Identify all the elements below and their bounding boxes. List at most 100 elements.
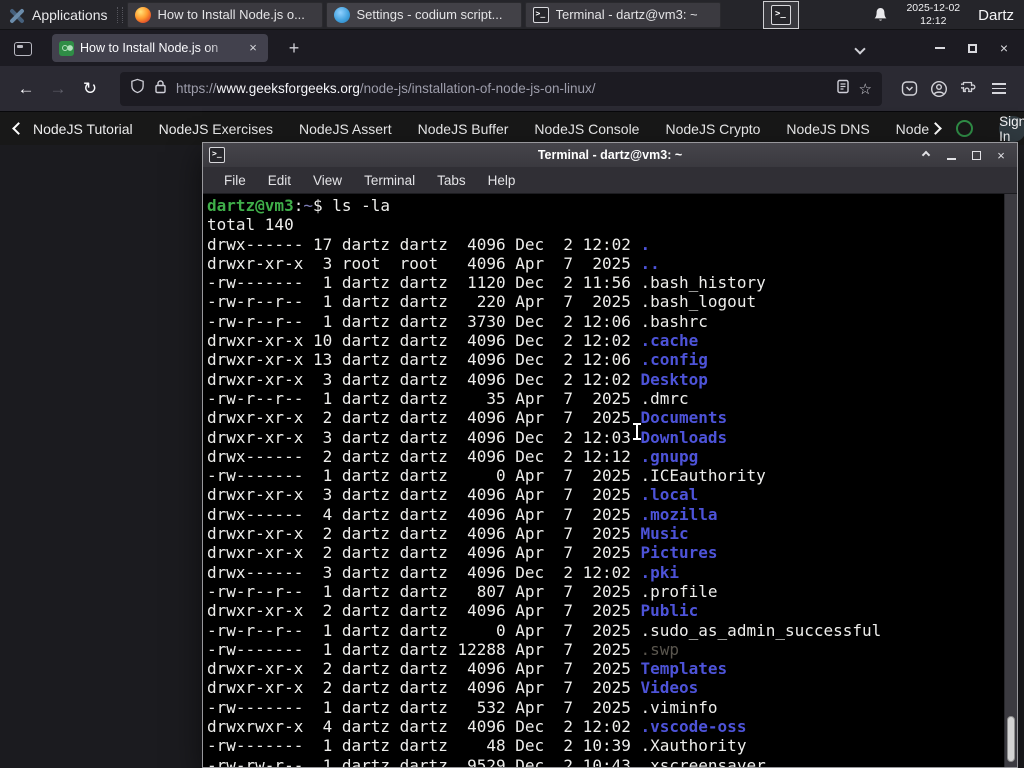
- file-name: .cache: [640, 331, 699, 351]
- minimize-icon: [946, 157, 956, 160]
- terminal-window: Terminal - dartz@vm3: ~ × FileEditViewTe…: [202, 142, 1018, 768]
- list-all-tabs-button[interactable]: [848, 38, 872, 60]
- menu-item[interactable]: Edit: [257, 173, 302, 188]
- url-scheme: https://: [176, 81, 217, 96]
- lock-icon[interactable]: [154, 79, 167, 99]
- pocket-icon[interactable]: [894, 74, 924, 104]
- file-name: ..: [640, 253, 660, 273]
- nav-scroll-left-icon[interactable]: [12, 122, 25, 135]
- browser-window-controls: ×: [924, 30, 1020, 66]
- extensions-puzzle-icon[interactable]: [954, 74, 984, 104]
- window-buttons: How to Install Node.js o... Settings - c…: [126, 1, 721, 28]
- account-icon[interactable]: [924, 74, 954, 104]
- terminal-output-line: drwxr-xr-x 2 dartz dartz 4096 Apr 7 2025…: [207, 601, 1001, 620]
- reader-view-icon[interactable]: [836, 79, 850, 99]
- file-meta: drwx------ 4 dartz dartz 4096 Apr 7 2025: [207, 504, 641, 524]
- scrollbar-thumb[interactable]: [1007, 716, 1015, 762]
- taskbar-window-button[interactable]: Terminal - dartz@vm3: ~: [524, 1, 721, 28]
- file-meta: -rw------- 1 dartz dartz 0 Apr 7 2025: [207, 466, 641, 486]
- file-name: .local: [640, 485, 699, 505]
- tray-terminal-icon[interactable]: [763, 1, 799, 29]
- terminal-output-line: drwx------ 4 dartz dartz 4096 Apr 7 2025…: [207, 505, 1001, 524]
- file-meta: -rw------- 1 dartz dartz 532 Apr 7 2025: [207, 697, 641, 717]
- menu-item[interactable]: View: [302, 173, 353, 188]
- clock[interactable]: 2025-12-02 12:12: [906, 2, 960, 28]
- applications-menu-button[interactable]: Applications: [0, 0, 117, 30]
- menu-item[interactable]: Terminal: [353, 173, 426, 188]
- file-name: Downloads: [640, 427, 728, 447]
- forward-button[interactable]: →: [42, 73, 74, 105]
- nav-link[interactable]: Node: [896, 121, 929, 137]
- file-name: Templates: [640, 659, 728, 679]
- file-name: .dmrc: [640, 388, 689, 408]
- file-name: .Xauthority: [640, 736, 747, 756]
- file-meta: drwx------ 17 dartz dartz 4096 Dec 2 12:…: [207, 234, 641, 254]
- terminal-output-line: drwx------ 17 dartz dartz 4096 Dec 2 12:…: [207, 235, 1001, 254]
- file-name: .bashrc: [640, 311, 708, 331]
- terminal-output-line: -rw------- 1 dartz dartz 1120 Dec 2 11:5…: [207, 273, 1001, 292]
- terminal-window-controls: ×: [918, 143, 1009, 167]
- terminal-output-line: drwxr-xr-x 3 dartz dartz 4096 Apr 7 2025…: [207, 485, 1001, 504]
- file-name: Pictures: [640, 543, 718, 563]
- panel-separator: [116, 6, 123, 23]
- terminal-scrollbar[interactable]: [1004, 194, 1017, 767]
- nav-link[interactable]: NodeJS Console: [534, 121, 639, 137]
- reload-button[interactable]: ↻: [74, 73, 106, 105]
- taskbar-window-button[interactable]: Settings - codium script...: [325, 1, 522, 28]
- firefox-view-button[interactable]: [10, 38, 36, 60]
- tab-close-icon[interactable]: ×: [245, 40, 261, 56]
- total-line: total 140: [207, 215, 294, 235]
- chevron-down-icon: [854, 43, 866, 55]
- menu-hamburger-icon[interactable]: [984, 74, 1014, 104]
- terminal-screen[interactable]: dartz@vm3:~$ ls -la total 140 drwx------…: [203, 194, 1017, 767]
- nav-scroll-right-icon[interactable]: [929, 122, 943, 135]
- shield-icon[interactable]: [130, 78, 145, 99]
- terminal-output-line: drwxr-xr-x 2 dartz dartz 4096 Apr 7 2025…: [207, 678, 1001, 697]
- nav-link[interactable]: NodeJS Crypto: [665, 121, 760, 137]
- search-icon[interactable]: [956, 120, 974, 137]
- taskbar-window-button[interactable]: How to Install Node.js o...: [126, 1, 323, 28]
- file-name: .mozilla: [640, 504, 718, 524]
- site-nav-links: NodeJS Tutorial NodeJS Exercises NodeJS As…: [33, 121, 929, 137]
- back-button[interactable]: ←: [10, 73, 42, 105]
- terminal-output-line: -rw-r--r-- 1 dartz dartz 35 Apr 7 2025 .…: [207, 389, 1001, 408]
- sign-in-button[interactable]: Sign In: [999, 114, 1024, 144]
- file-name: Public: [640, 601, 699, 621]
- minimize-button[interactable]: [943, 147, 959, 163]
- file-name: .ICEauthority: [640, 466, 766, 486]
- menu-item[interactable]: File: [213, 173, 257, 188]
- shade-button[interactable]: [918, 147, 934, 163]
- menu-item[interactable]: Tabs: [426, 173, 477, 188]
- typed-command: ls -la: [332, 196, 391, 215]
- user-menu[interactable]: Dartz: [978, 7, 1014, 24]
- distro-logo-icon: [9, 7, 25, 24]
- file-meta: -rw-r--r-- 1 dartz dartz 807 Apr 7 2025: [207, 581, 641, 601]
- new-tab-button[interactable]: +: [282, 37, 306, 61]
- file-meta: drwxr-xr-x 13 dartz dartz 4096 Dec 2 12:…: [207, 350, 641, 370]
- file-name: .swp: [640, 639, 680, 659]
- nav-link[interactable]: NodeJS Buffer: [418, 121, 509, 137]
- bookmark-star-icon[interactable]: ☆: [859, 80, 872, 98]
- close-button[interactable]: ×: [993, 147, 1009, 163]
- terminal-output-line: drwx------ 3 dartz dartz 4096 Dec 2 12:0…: [207, 563, 1001, 582]
- notification-bell-icon[interactable]: [873, 7, 888, 23]
- terminal-title-bar[interactable]: Terminal - dartz@vm3: ~ ×: [203, 143, 1017, 167]
- nav-link[interactable]: NodeJS Exercises: [159, 121, 273, 137]
- nav-link[interactable]: NodeJS Assert: [299, 121, 392, 137]
- file-name: .bash_history: [640, 273, 766, 293]
- nav-link[interactable]: NodeJS Tutorial: [33, 121, 133, 137]
- file-meta: drwxrwxr-x 4 dartz dartz 4096 Dec 2 12:0…: [207, 717, 641, 737]
- file-meta: drwx------ 2 dartz dartz 4096 Dec 2 12:1…: [207, 446, 641, 466]
- maximize-button[interactable]: [968, 147, 984, 163]
- tab-title: How to Install Node.js on: [80, 41, 219, 55]
- menu-item[interactable]: Help: [477, 173, 527, 188]
- file-name: Videos: [640, 678, 699, 698]
- file-meta: -rw-r--r-- 1 dartz dartz 0 Apr 7 2025: [207, 620, 641, 640]
- close-button[interactable]: ×: [988, 30, 1020, 66]
- minimize-button[interactable]: [924, 30, 956, 66]
- maximize-button[interactable]: [956, 30, 988, 66]
- firefox-view-icon: [14, 42, 32, 56]
- url-bar[interactable]: https://www.geeksforgeeks.org/node-js/in…: [120, 71, 882, 106]
- nav-link[interactable]: NodeJS DNS: [786, 121, 869, 137]
- active-tab[interactable]: How to Install Node.js on ×: [52, 34, 268, 62]
